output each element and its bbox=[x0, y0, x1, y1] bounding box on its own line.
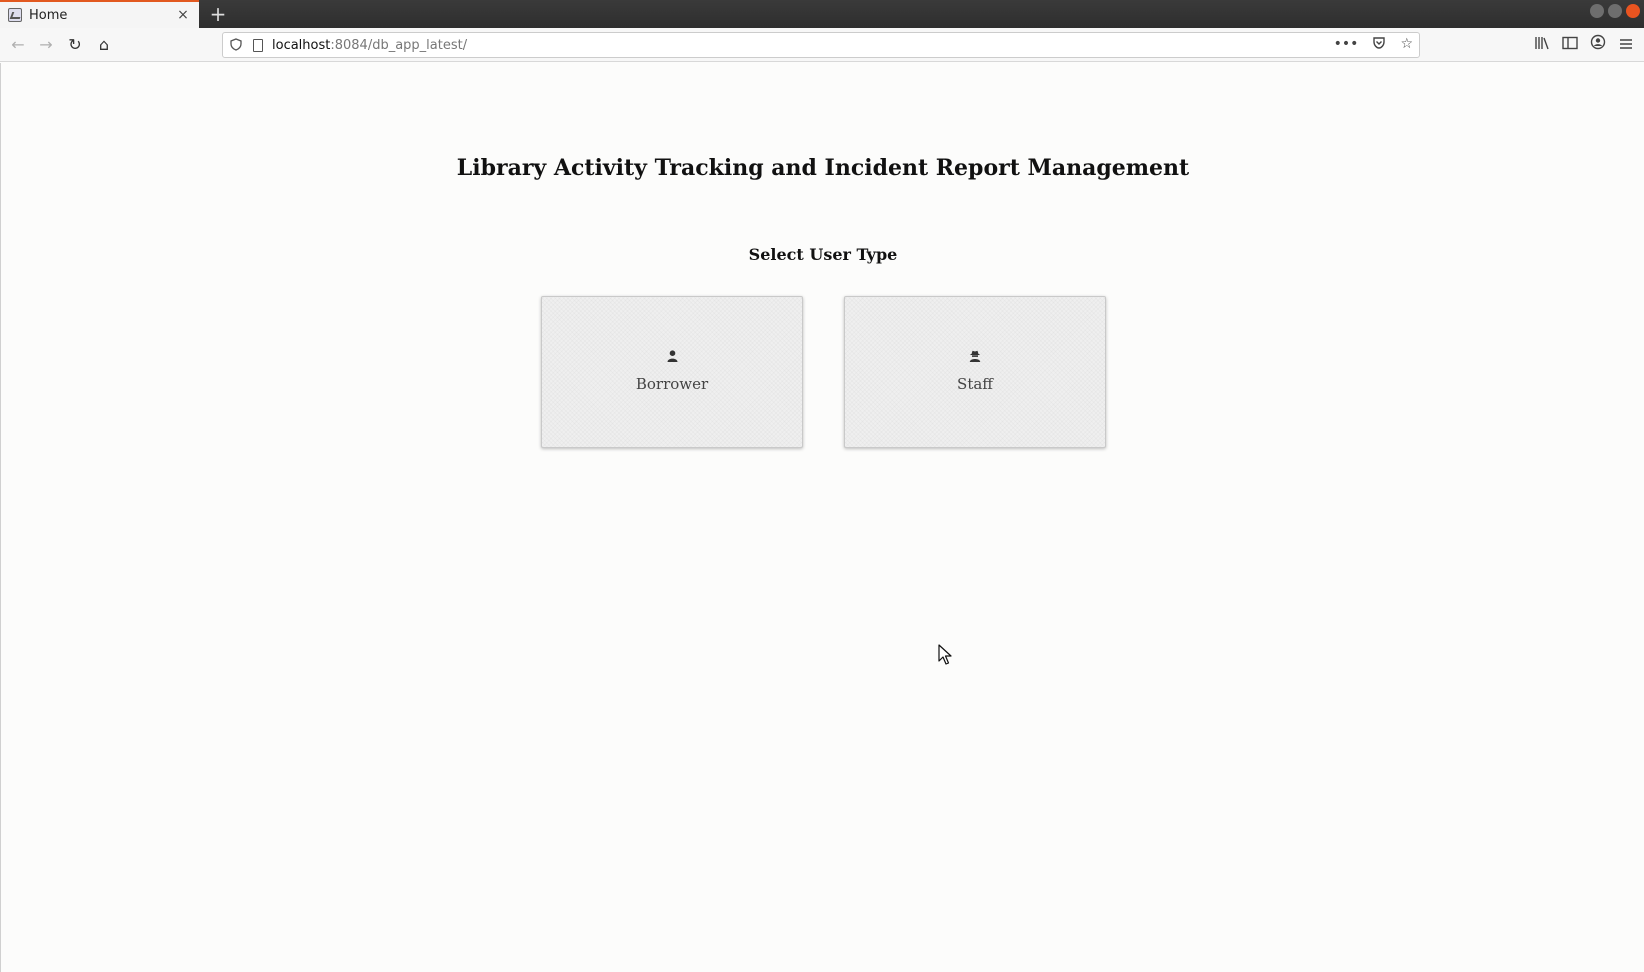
tab-close-button[interactable]: × bbox=[175, 7, 191, 23]
browser-tab-strip: Home × + bbox=[0, 0, 1644, 28]
new-tab-button[interactable]: + bbox=[207, 3, 229, 25]
home-icon[interactable]: ⌂ bbox=[92, 33, 116, 57]
close-window-button[interactable] bbox=[1626, 4, 1640, 18]
account-icon[interactable] bbox=[1586, 33, 1610, 57]
staff-label: Staff bbox=[957, 375, 993, 393]
page-actions-icon[interactable]: ••• bbox=[1334, 36, 1359, 54]
staff-button[interactable]: Staff bbox=[844, 296, 1106, 448]
forward-icon[interactable]: → bbox=[34, 33, 58, 57]
back-icon[interactable]: ← bbox=[6, 33, 30, 57]
user-icon bbox=[542, 350, 802, 364]
section-title: Select User Type bbox=[748, 245, 898, 264]
browser-navbar: ← → ↻ ⌂ localhost :8084/db_app_latest/ •… bbox=[0, 28, 1644, 62]
borrower-button[interactable]: Borrower bbox=[541, 296, 803, 448]
sidebar-icon[interactable] bbox=[1558, 33, 1582, 57]
page-title: Library Activity Tracking and Incident R… bbox=[456, 155, 1190, 181]
maximize-button[interactable] bbox=[1608, 4, 1622, 18]
window-controls bbox=[1590, 4, 1640, 18]
url-bar[interactable]: localhost :8084/db_app_latest/ ••• ☆ bbox=[222, 32, 1420, 58]
bookmark-star-icon[interactable]: ☆ bbox=[1400, 36, 1413, 54]
mouse-cursor-icon bbox=[938, 644, 952, 665]
library-icon[interactable] bbox=[1530, 33, 1554, 57]
favicon-icon bbox=[8, 8, 22, 22]
page-info-icon[interactable] bbox=[253, 38, 263, 52]
browser-tab-home[interactable]: Home × bbox=[0, 0, 199, 28]
minimize-button[interactable] bbox=[1590, 4, 1604, 18]
url-host: localhost bbox=[272, 37, 331, 53]
menu-icon[interactable] bbox=[1614, 33, 1638, 57]
url-path: :8084/db_app_latest/ bbox=[330, 37, 468, 53]
pocket-icon[interactable] bbox=[1372, 36, 1386, 54]
borrower-label: Borrower bbox=[635, 375, 709, 393]
shield-icon[interactable] bbox=[229, 38, 243, 52]
user-secret-icon bbox=[845, 350, 1105, 364]
reload-icon[interactable]: ↻ bbox=[63, 33, 87, 57]
page-content: Library Activity Tracking and Incident R… bbox=[0, 63, 1644, 972]
tab-title: Home bbox=[29, 7, 68, 23]
